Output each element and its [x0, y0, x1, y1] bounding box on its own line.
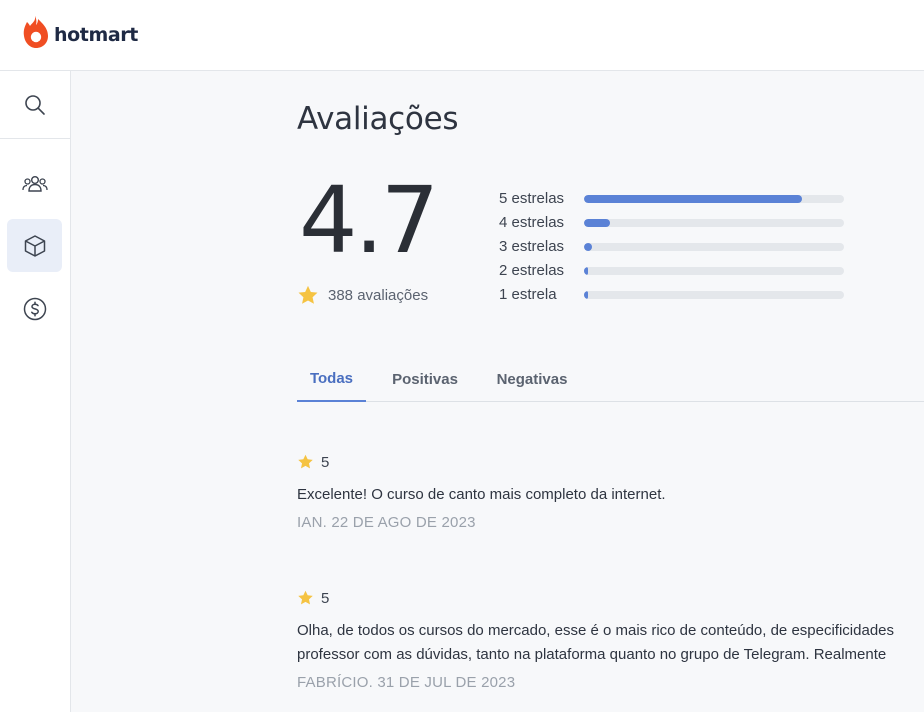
review-rating-value: 5: [321, 589, 330, 607]
page-title: Avaliações: [297, 101, 459, 137]
distribution-row: 2 estrelas: [499, 259, 859, 283]
distribution-row: 3 estrelas: [499, 235, 859, 259]
distribution-bar-track: [584, 195, 844, 203]
hotmart-logo[interactable]: hotmart: [23, 14, 138, 50]
distribution-bar-track: [584, 291, 844, 299]
distribution-row: 5 estrelas: [499, 187, 859, 211]
review-author-date: IAN. 22 DE AGO DE 2023: [297, 514, 476, 531]
review-rating: 5: [297, 587, 924, 609]
distribution-bar-fill: [584, 243, 592, 251]
review-rating: 5: [297, 451, 924, 473]
rating-count-label: 388 avaliações: [328, 286, 429, 304]
sidebar-item-products[interactable]: [7, 219, 62, 272]
distribution-label: 1 estrela: [499, 286, 557, 303]
review-filter-tabs: Todas Positivas Negativas: [297, 356, 924, 402]
review-text-line: Olha, de todos os cursos do mercado, ess…: [297, 622, 895, 639]
distribution-bar-fill: [584, 219, 610, 227]
dollar-icon: [23, 297, 46, 320]
users-icon: [21, 175, 48, 192]
sidebar-item-users[interactable]: [7, 157, 62, 210]
sidebar-item-finance[interactable]: [7, 282, 62, 335]
distribution-row: 1 estrela: [499, 283, 859, 307]
flame-logo-icon: [23, 16, 48, 48]
distribution-label: 5 estrelas: [499, 190, 565, 207]
review-item: 5 Excelente! O curso de canto mais compl…: [297, 451, 924, 532]
sidebar-search-button[interactable]: [0, 71, 70, 139]
distribution-bar-fill: [584, 267, 588, 275]
distribution-label: 4 estrelas: [499, 214, 565, 231]
distribution-bar-fill: [584, 291, 588, 299]
rating-distribution: 5 estrelas 4 estrelas 3 estrelas 2 estre…: [499, 187, 859, 307]
star-icon: [298, 590, 313, 605]
brand-name: hotmart: [54, 24, 138, 46]
distribution-bar-track: [584, 219, 844, 227]
distribution-bar-track: [584, 267, 844, 275]
tab-negativas[interactable]: Negativas: [487, 356, 577, 402]
review-author-date: FABRÍCIO. 31 DE JUL DE 2023: [297, 674, 516, 691]
average-rating: 4.7: [299, 167, 439, 274]
review-text-line: professor com as dúvidas, tanto na plata…: [297, 646, 887, 663]
distribution-label: 3 estrelas: [499, 238, 565, 255]
star-icon: [298, 454, 313, 469]
top-bar: hotmart: [0, 0, 924, 71]
tab-todas[interactable]: Todas: [297, 356, 366, 402]
star-icon: [298, 285, 318, 304]
main-content: Avaliações 4.7 388 avaliações 5 estrelas…: [71, 71, 924, 712]
distribution-row: 4 estrelas: [499, 211, 859, 235]
distribution-bar-track: [584, 243, 844, 251]
tab-positivas[interactable]: Positivas: [385, 356, 465, 402]
rating-count: 388 avaliações: [297, 283, 428, 307]
sidebar: [0, 71, 71, 712]
distribution-label: 2 estrelas: [499, 262, 565, 279]
review-rating-value: 5: [321, 453, 330, 471]
distribution-bar-fill: [584, 195, 803, 203]
review-item: 5 Olha, de todos os cursos do mercado, e…: [297, 587, 924, 692]
review-text: Excelente! O curso de canto mais complet…: [297, 486, 666, 503]
search-icon: [25, 94, 45, 115]
product-box-icon: [24, 234, 45, 257]
review-text: Olha, de todos os cursos do mercado, ess…: [297, 619, 924, 667]
